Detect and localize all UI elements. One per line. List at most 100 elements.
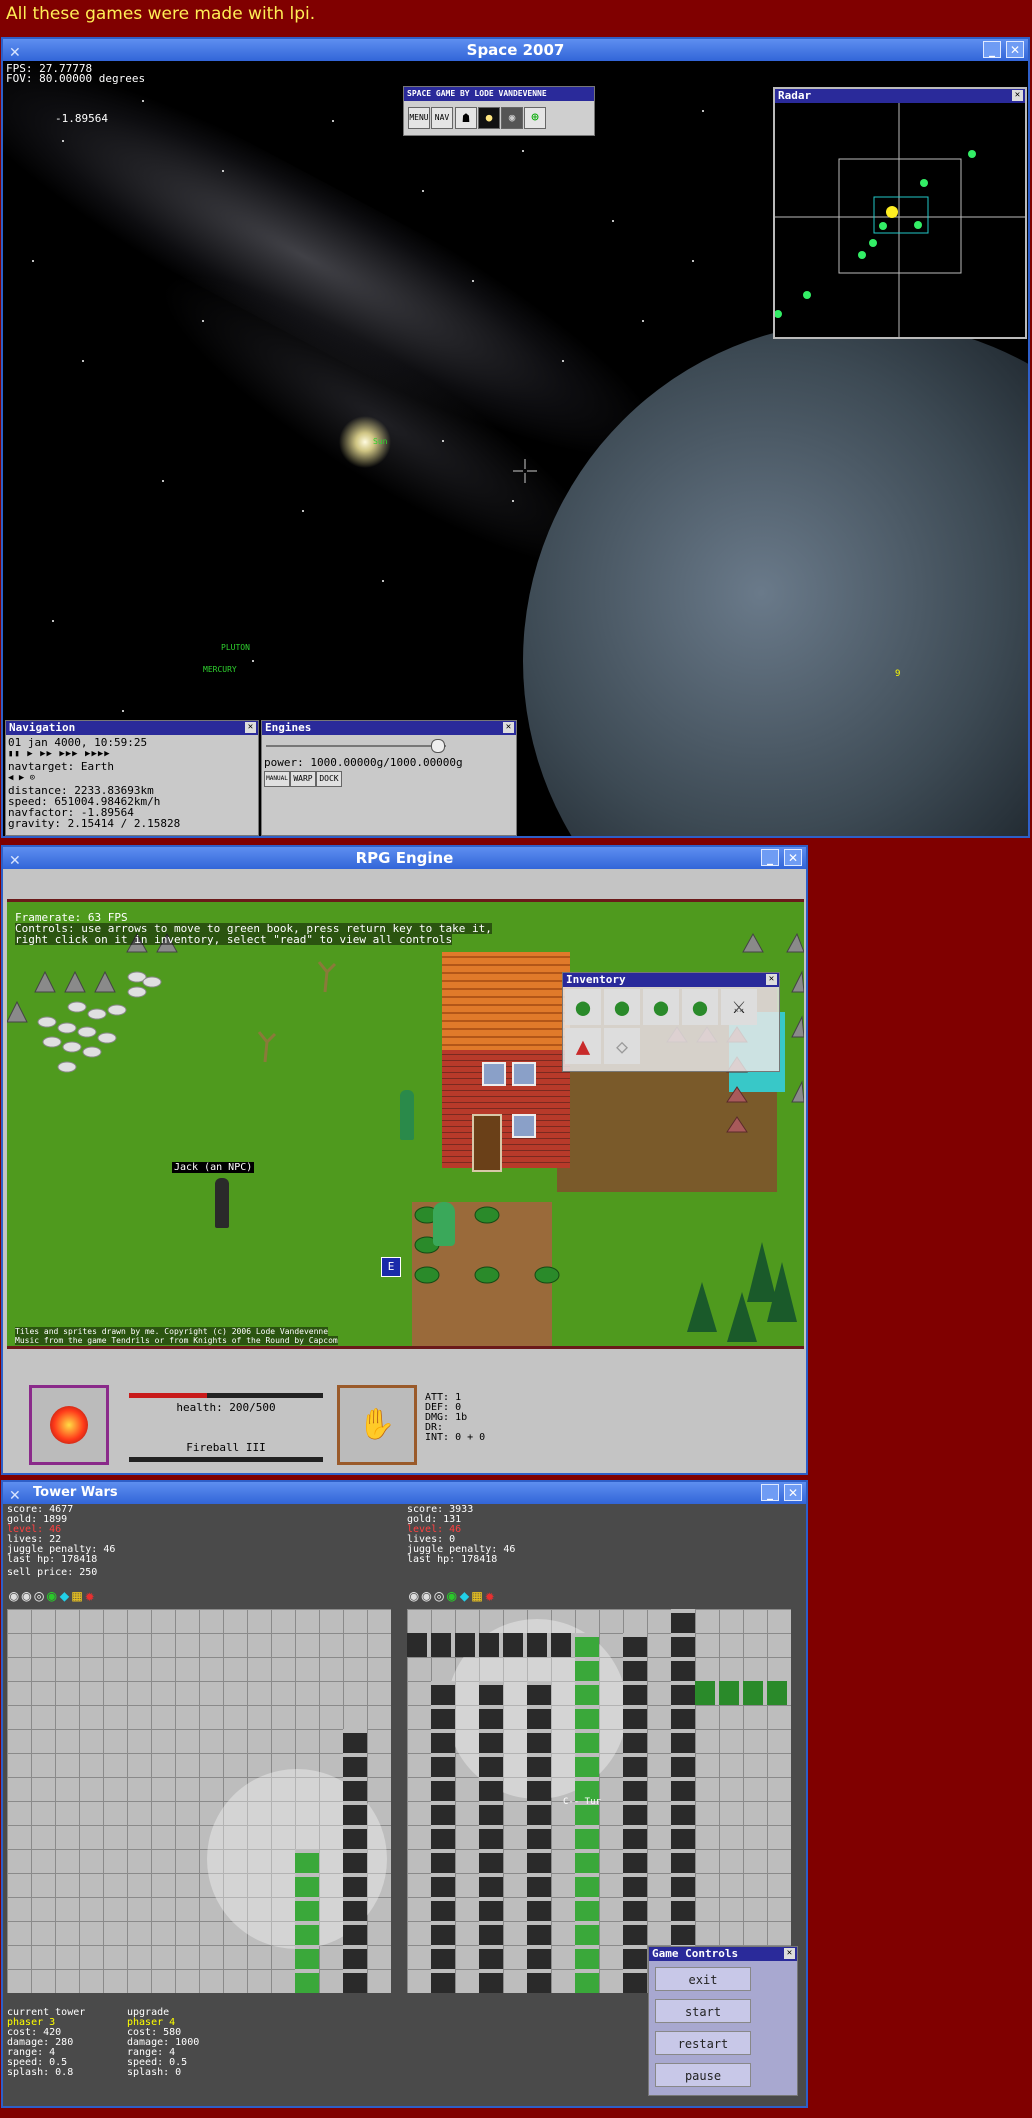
navigation-title: Navigation xyxy=(9,721,76,734)
game-controls-close-icon[interactable]: ✕ xyxy=(784,1948,795,1959)
restart-button[interactable]: restart xyxy=(655,2031,751,2055)
radar-panel: Radar ✕ xyxy=(773,87,1027,339)
tower-column xyxy=(431,1681,455,1993)
pause-button[interactable]: pause xyxy=(655,2063,751,2087)
space-viewport[interactable]: FPS: 27.77778 FOV: 80.00000 degrees -1.8… xyxy=(3,61,1028,836)
engines-title: Engines xyxy=(265,721,312,734)
game-controls-panel: Game Controls ✕ exit start restart pause xyxy=(648,1946,798,2096)
health-text: health: 200/500 xyxy=(176,1401,276,1414)
right-game-board[interactable]: C-- Tur xyxy=(407,1609,791,1993)
inventory-title: Inventory xyxy=(566,973,626,986)
inventory-slot-cabbage[interactable]: ● xyxy=(565,989,601,1025)
manual-button[interactable]: MANUAL xyxy=(264,771,290,787)
tower-type-icon[interactable]: ▦ xyxy=(72,1586,85,1605)
nav-button[interactable]: NAV xyxy=(431,107,453,129)
credits-text-2: Music from the game Tendrils or from Kni… xyxy=(15,1336,338,1345)
tower-type-icon[interactable]: ◉ xyxy=(447,1586,460,1605)
menu-button[interactable]: MENU xyxy=(408,107,430,129)
health-bar xyxy=(129,1393,323,1398)
minimize-button[interactable]: _ xyxy=(983,41,1001,58)
tower-type-icon[interactable]: ◉ xyxy=(422,1586,435,1605)
rpg-titlebar[interactable]: ✕ RPG Engine _ ✕ xyxy=(3,847,806,869)
space-menu-title-text: SPACE GAME BY LODE VANDEVENNE xyxy=(407,89,547,98)
power-slider-knob[interactable] xyxy=(431,739,445,753)
space-titlebar[interactable]: ✕ Space 2007 _ ✕ xyxy=(3,39,1028,61)
app-icon[interactable]: ✕ xyxy=(9,850,21,872)
current-tower-splash: splash: 0.8 xyxy=(7,2067,74,2078)
tower-type-icon[interactable]: ◆ xyxy=(460,1586,473,1605)
inventory-slot-cabbage[interactable]: ● xyxy=(643,989,679,1025)
pluton-label: PLUTON xyxy=(221,643,250,652)
ship-icon[interactable]: ☗ xyxy=(455,107,477,129)
stat-int: INT: 0 + 0 xyxy=(425,1432,486,1443)
tower-type-icon[interactable]: ◉ xyxy=(409,1586,422,1605)
minimize-button[interactable]: _ xyxy=(761,1484,779,1501)
inventory-slot-potion-icon[interactable]: ▲ xyxy=(565,1028,601,1064)
minimize-button[interactable]: _ xyxy=(761,849,779,866)
dock-button[interactable]: DOCK xyxy=(316,771,342,787)
target-icon[interactable]: ⊕ xyxy=(524,107,546,129)
inventory-panel: Inventory ✕ ● ● ● ● ⚔ ▲ ◇ xyxy=(562,972,780,1072)
weapon-slot[interactable]: ✋ xyxy=(337,1385,417,1465)
tower-type-icon[interactable]: ◉ xyxy=(22,1586,35,1605)
nav-arrows[interactable]: ◀ ▶ ⊙ xyxy=(8,773,35,783)
radar-close-icon[interactable]: ✕ xyxy=(1012,90,1023,101)
tower-type-icon[interactable]: ✹ xyxy=(485,1586,498,1605)
tower-column xyxy=(479,1681,503,1993)
inventory-slot-gem-icon[interactable]: ◇ xyxy=(604,1028,640,1064)
tower-column xyxy=(343,1729,367,1993)
current-tower-info: current tower phaser 3 cost: 420 damage:… xyxy=(7,2008,85,2078)
upgrade-info: upgrade phaser 4 cost: 580 damage: 1000 … xyxy=(127,2008,199,2078)
player-character[interactable] xyxy=(400,1090,414,1140)
tower-type-icon[interactable]: ◉ xyxy=(47,1586,60,1605)
navigation-close-icon[interactable]: ✕ xyxy=(245,722,256,733)
engines-close-icon[interactable]: ✕ xyxy=(503,722,514,733)
tower-column xyxy=(575,1633,599,1993)
left-game-board[interactable] xyxy=(7,1609,391,1993)
tower-type-icon[interactable]: ◎ xyxy=(34,1586,47,1605)
left-tower-selector[interactable]: ◉◉◎◉◆▦✹ xyxy=(9,1586,97,1605)
alien-enemy[interactable] xyxy=(433,1202,455,1246)
close-button[interactable]: ✕ xyxy=(784,849,802,866)
time-controls[interactable]: ▮▮ ▶ ▶▶ ▶▶▶ ▶▶▶▶ xyxy=(8,749,111,759)
right-last-hp: last hp: 178418 xyxy=(407,1554,498,1565)
exit-button[interactable]: exit xyxy=(655,1967,751,1991)
tower-titlebar[interactable]: ✕ Tower Wars _ ✕ xyxy=(3,1482,806,1504)
radar-display[interactable] xyxy=(775,103,1025,337)
planet-icon[interactable]: ◉ xyxy=(501,107,523,129)
tower-type-icon[interactable]: ◆ xyxy=(60,1586,73,1605)
radar-title: Radar xyxy=(778,89,812,102)
stats-block: ATT: 1 DEF: 0 DMG: 1b DR: INT: 0 + 0 xyxy=(425,1393,485,1443)
npc-jack[interactable] xyxy=(215,1178,229,1228)
sun-label: Sun xyxy=(373,437,388,446)
fov-readout: FOV: 80.00000 degrees xyxy=(6,72,146,85)
close-button[interactable]: ✕ xyxy=(1006,41,1024,58)
sun-icon[interactable]: ● xyxy=(478,107,500,129)
right-tower-selector[interactable]: ◉◉◎◉◆▦✹ xyxy=(409,1586,497,1605)
inventory-slot-sword-icon[interactable]: ⚔ xyxy=(721,989,757,1025)
tower-column xyxy=(623,1609,647,1633)
close-button[interactable]: ✕ xyxy=(784,1484,802,1501)
tower-type-icon[interactable]: ▦ xyxy=(472,1586,485,1605)
rpg-viewport[interactable]: Jack (an NPC) E Framerate: 63 FPS Contro… xyxy=(7,899,804,1349)
tower-type-icon[interactable]: ◉ xyxy=(9,1586,22,1605)
tower-window: ✕ Tower Wars _ ✕ score: 4677 gold: 1899 … xyxy=(1,1480,808,2108)
tower-type-icon[interactable]: ◎ xyxy=(434,1586,447,1605)
tower-column xyxy=(527,1681,551,1993)
book-icon[interactable]: E xyxy=(381,1257,401,1277)
power-slider[interactable] xyxy=(266,739,446,753)
health-bar-fill xyxy=(129,1393,207,1398)
game-controls-title: Game Controls xyxy=(652,1947,739,1960)
warp-button[interactable]: WARP xyxy=(290,771,316,787)
controls-text-2: right click on it in inventory, select "… xyxy=(15,933,453,946)
inventory-slot-cabbage[interactable]: ● xyxy=(604,989,640,1025)
spell-slot[interactable] xyxy=(29,1385,109,1465)
start-button[interactable]: start xyxy=(655,1999,751,2023)
sell-price: sell price: 250 xyxy=(7,1567,98,1578)
inventory-slot-cabbage[interactable]: ● xyxy=(682,989,718,1025)
tower-type-icon[interactable]: ✹ xyxy=(85,1586,98,1605)
planet-marker-label: 9 xyxy=(895,669,901,679)
left-last-hp: last hp: 178418 xyxy=(7,1554,98,1565)
inventory-close-icon[interactable]: ✕ xyxy=(766,974,777,985)
banner-text: All these games were made with lpi. xyxy=(6,4,316,24)
